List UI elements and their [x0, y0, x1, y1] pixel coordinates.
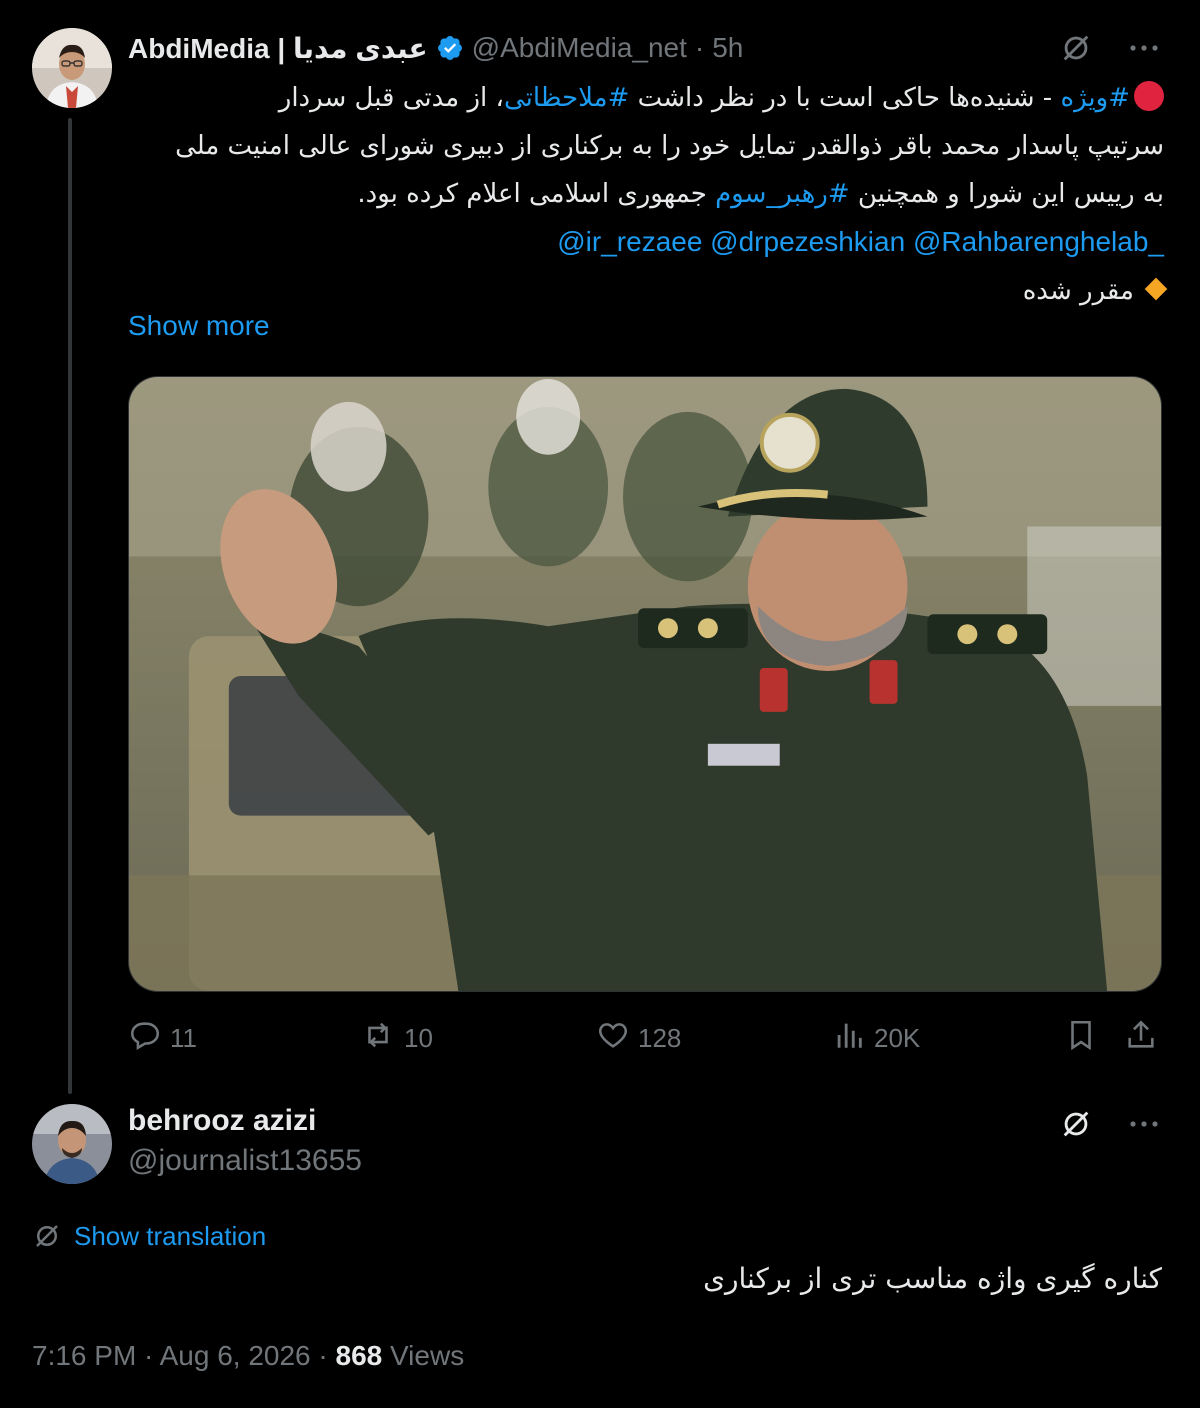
tweet-text-line-4: @ir_rezaee @drpezeshkian @Rahbarenghelab… [128, 218, 1164, 267]
like-count: 128 [638, 1022, 682, 1053]
mention-links[interactable]: @ir_rezaee @drpezeshkian @Rahbarenghelab… [557, 226, 1164, 257]
reply-author-name[interactable]: behrooz azizi [128, 1104, 316, 1138]
thread-line [68, 118, 72, 1094]
reply-footer: 7:16 PM · Aug 6, 2026 · 868 Views [32, 1340, 464, 1372]
tweet-text-line-3: به رییس این شورا و همچنین #رهبر_سوم جمهو… [128, 170, 1164, 218]
show-translation-label: Show translation [74, 1220, 267, 1251]
reply-views-label: Views [382, 1340, 465, 1371]
repost-action[interactable]: 10 [360, 1016, 433, 1060]
translate-icon [32, 1221, 62, 1251]
reply-text: کناره گیری واژه مناسب تری از برکناری [703, 1262, 1162, 1295]
share-action[interactable] [1124, 1016, 1158, 1060]
reply-top-actions [1056, 1104, 1164, 1144]
reply-icon [128, 1018, 162, 1059]
author-name[interactable]: AbdiMedia | عبدی مدیا [128, 32, 428, 65]
author-avatar-image [32, 28, 112, 108]
hashtag-link[interactable]: #ملاحظاتی [504, 83, 629, 113]
reply-avatar-image [32, 1104, 112, 1184]
tweet-text-segment: - شنیده‌ها حاکی است با در نظر داشت [629, 83, 1061, 113]
tweet-text-segment: جمهوری اسلامی اعلام کرده بود. [357, 179, 716, 209]
like-action[interactable]: 128 [596, 1016, 681, 1060]
reply-author-avatar[interactable] [32, 1104, 112, 1184]
show-more-link[interactable]: Show more [128, 310, 270, 342]
reply-views-count: 868 [335, 1340, 383, 1371]
tweet-header: AbdiMedia | عبدی مدیا @AbdiMedia_net · 5… [128, 28, 743, 68]
tweet-actions: 11 10 128 20K [128, 1016, 1164, 1060]
show-translation-link[interactable]: Show translation [32, 1216, 266, 1256]
reply-action[interactable]: 11 [128, 1016, 197, 1060]
bookmark-icon [1064, 1018, 1098, 1059]
tweet-text-line-2: سرتیپ پاسدار محمد باقر ذوالقدر تمایل خود… [175, 131, 1164, 161]
media-photo [129, 377, 1161, 991]
author-handle[interactable]: @AbdiMedia_net [472, 32, 687, 64]
tweet-media[interactable] [128, 376, 1162, 992]
hashtag-link[interactable]: #ویژه [1060, 83, 1130, 113]
more-icon[interactable] [1124, 1104, 1164, 1144]
reply-count: 11 [170, 1022, 197, 1053]
tweet-text-segment: ، از مدتی قبل سردار [278, 83, 504, 113]
repost-icon [360, 1018, 396, 1059]
like-icon [596, 1018, 630, 1059]
red-circle-icon [1134, 81, 1164, 111]
hashtag-link[interactable]: #رهبر_سوم [715, 179, 850, 209]
bookmark-action[interactable] [1064, 1016, 1098, 1060]
orange-diamond-icon [1144, 277, 1168, 301]
tweet-text-line-5: مقرر شده [128, 267, 1168, 315]
tweet-top-actions [1056, 28, 1164, 68]
separator-dot: · [694, 32, 705, 63]
grok-icon[interactable] [1056, 1104, 1096, 1144]
tweet-text-line-1: #ویژه - شنیده‌ها حاکی است با در نظر داشت… [128, 74, 1164, 122]
grok-icon[interactable] [1056, 28, 1096, 68]
reply-author-handle[interactable]: @journalist13655 [128, 1144, 362, 1178]
views-icon [832, 1018, 866, 1059]
share-icon [1124, 1018, 1158, 1059]
reply-timestamp[interactable]: 7:16 PM · Aug 6, 2026 · [32, 1340, 336, 1371]
more-icon[interactable] [1124, 28, 1164, 68]
tweet-text-segment: به رییس این شورا و همچنین [849, 179, 1164, 209]
views-action[interactable]: 20K [832, 1016, 920, 1060]
repost-count: 10 [404, 1022, 433, 1053]
verified-badge-icon [436, 34, 464, 62]
tweet-time[interactable]: 5h [712, 32, 743, 64]
author-avatar[interactable] [32, 28, 112, 108]
tweet-text: #ویژه - شنیده‌ها حاکی است با در نظر داشت… [128, 74, 1168, 315]
tweet-text-segment: مقرر شده [1022, 276, 1134, 306]
views-count: 20K [874, 1022, 921, 1053]
